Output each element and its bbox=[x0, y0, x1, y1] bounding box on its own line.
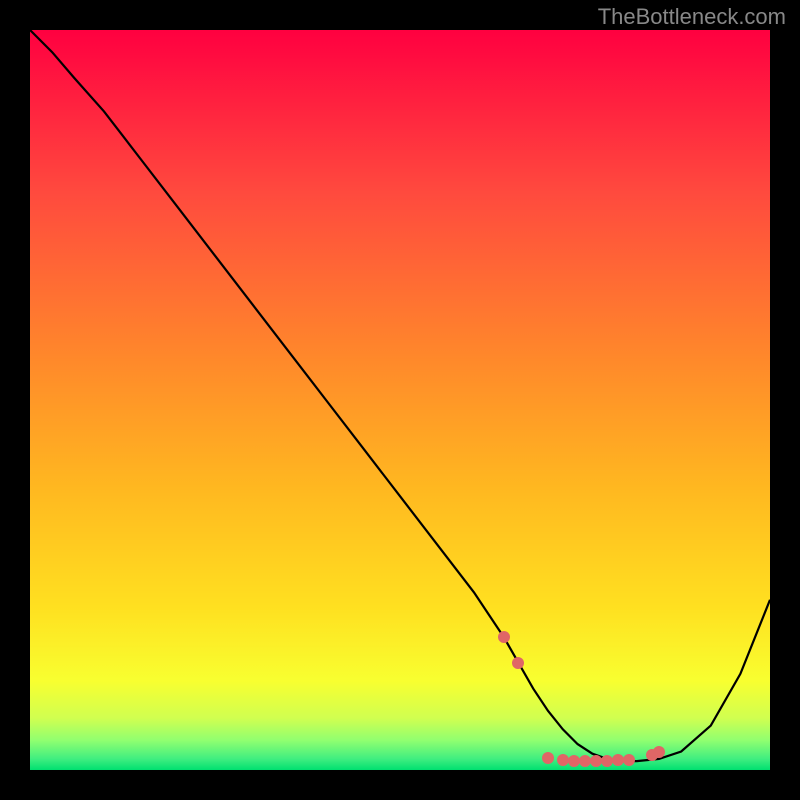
data-marker bbox=[498, 631, 510, 643]
data-marker bbox=[542, 752, 554, 764]
chart-line-layer bbox=[30, 30, 770, 770]
data-marker bbox=[653, 746, 665, 758]
data-marker bbox=[623, 754, 635, 766]
chart-plot-area bbox=[30, 30, 770, 770]
curve-line bbox=[30, 30, 770, 761]
data-marker bbox=[512, 657, 524, 669]
watermark-text: TheBottleneck.com bbox=[598, 4, 786, 30]
